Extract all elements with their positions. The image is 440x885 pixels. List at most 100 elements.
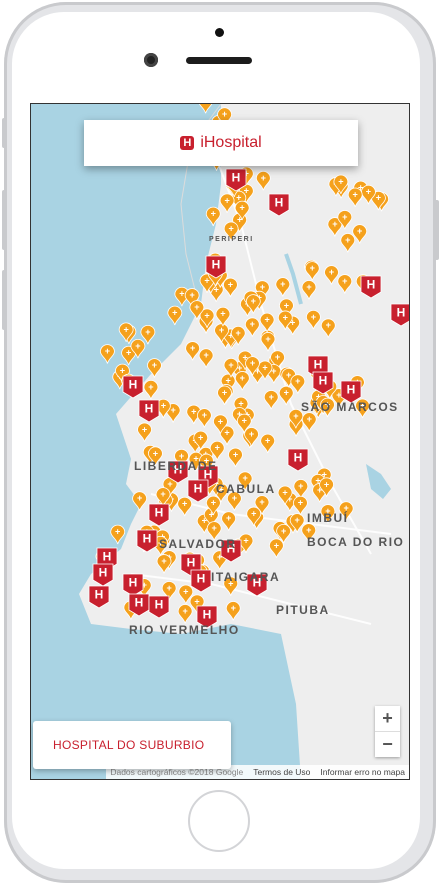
svg-text:+: + (179, 289, 184, 299)
svg-text:+: + (295, 515, 300, 525)
svg-text:+: + (228, 223, 233, 233)
svg-text:+: + (148, 382, 153, 392)
volume-up-button (2, 190, 7, 250)
svg-text:H: H (145, 402, 154, 416)
svg-text:+: + (198, 433, 203, 443)
app-title-bar: H iHospital (84, 120, 358, 166)
front-camera (144, 53, 158, 67)
svg-text:+: + (194, 596, 199, 606)
svg-text:+: + (282, 487, 287, 497)
zoom-in-button[interactable]: + (375, 706, 400, 732)
svg-text:+: + (224, 427, 229, 437)
svg-text:H: H (194, 482, 203, 496)
svg-text:+: + (212, 523, 217, 533)
svg-text:+: + (265, 436, 270, 446)
svg-text:+: + (293, 411, 298, 421)
home-button[interactable] (188, 790, 250, 852)
svg-text:+: + (250, 319, 255, 329)
svg-text:+: + (211, 209, 216, 219)
svg-text:H: H (99, 566, 108, 580)
svg-text:+: + (260, 282, 265, 292)
svg-text:+: + (242, 416, 247, 426)
svg-text:+: + (236, 328, 241, 338)
earpiece-speaker (186, 57, 252, 64)
svg-text:+: + (183, 586, 188, 596)
app-title: iHospital (200, 134, 262, 151)
svg-text:+: + (298, 481, 303, 491)
svg-text:+: + (342, 212, 347, 222)
svg-text:+: + (306, 282, 311, 292)
svg-text:+: + (342, 276, 347, 286)
svg-text:+: + (222, 109, 227, 119)
svg-text:H: H (203, 608, 212, 622)
svg-text:+: + (307, 414, 312, 424)
svg-text:H: H (187, 556, 196, 570)
svg-text:+: + (182, 499, 187, 509)
svg-text:+: + (366, 187, 371, 197)
clinic-marker[interactable]: + (167, 305, 183, 326)
place-label: CABULA (216, 482, 276, 496)
svg-text:+: + (281, 526, 286, 536)
svg-text:+: + (160, 489, 165, 499)
svg-text:+: + (262, 362, 267, 372)
place-label: RIO VERMELHO (129, 623, 240, 637)
svg-text:H: H (135, 596, 144, 610)
svg-text:+: + (283, 312, 288, 322)
svg-text:+: + (298, 498, 303, 508)
svg-text:+: + (353, 189, 358, 199)
svg-text:+: + (124, 324, 129, 334)
svg-text:+: + (295, 376, 300, 386)
svg-text:+: + (215, 443, 220, 453)
svg-text:+: + (137, 493, 142, 503)
svg-text:+: + (219, 325, 224, 335)
svg-text:+: + (142, 424, 147, 434)
svg-text:+: + (338, 176, 343, 186)
selected-hospital-card[interactable]: HOSPITAL DO SUBURBIO (33, 721, 231, 769)
svg-text:H: H (397, 306, 406, 320)
svg-text:+: + (126, 348, 131, 358)
svg-text:H: H (367, 278, 376, 292)
svg-text:+: + (269, 392, 274, 402)
svg-text:+: + (280, 279, 285, 289)
svg-text:+: + (275, 352, 280, 362)
svg-text:H: H (232, 171, 241, 185)
map-canvas[interactable]: + + + + + + + + + + + + + + + + + + + + + + + + + + + + + + + + + + + + + + + +… (31, 104, 410, 780)
svg-text:+: + (152, 360, 157, 370)
svg-text:+: + (240, 203, 245, 213)
svg-text:+: + (259, 497, 264, 507)
clinic-marker[interactable]: + (198, 104, 213, 114)
terms-link[interactable]: Termos de Uso (253, 767, 310, 777)
svg-text:H: H (212, 258, 221, 272)
hospital-name: HOSPITAL DO SUBURBIO (53, 738, 205, 752)
svg-text:+: + (161, 401, 166, 411)
svg-text:+: + (189, 290, 194, 300)
svg-text:H: H (314, 358, 323, 372)
svg-text:+: + (357, 226, 362, 236)
report-error-link[interactable]: Informar erro no mapa (320, 767, 405, 777)
hospital-logo-icon: H (180, 136, 195, 150)
zoom-out-button[interactable]: − (375, 732, 400, 757)
svg-text:+: + (161, 556, 166, 566)
svg-text:+: + (326, 320, 331, 330)
svg-text:+: + (204, 310, 209, 320)
svg-text:+: + (153, 448, 158, 458)
clinic-marker[interactable]: + (100, 344, 115, 364)
svg-text:+: + (105, 346, 110, 356)
svg-text:H: H (197, 572, 206, 586)
svg-text:+: + (240, 373, 245, 383)
place-label: BOCA DO RIO (307, 535, 404, 549)
svg-text:+: + (261, 173, 266, 183)
svg-text:+: + (120, 366, 125, 376)
place-label: SÃO MARCOS (301, 399, 399, 414)
svg-text:+: + (264, 315, 269, 325)
svg-text:+: + (135, 341, 140, 351)
svg-text:+: + (228, 280, 233, 290)
svg-text:+: + (243, 535, 248, 545)
svg-text:+: + (190, 343, 195, 353)
place-label: PERIPERI (209, 236, 254, 243)
svg-text:H: H (129, 576, 138, 590)
svg-text:+: + (265, 334, 270, 344)
svg-text:+: + (226, 513, 231, 523)
clinic-marker[interactable]: + (110, 524, 126, 545)
place-label: ITAIGARA (211, 570, 280, 584)
